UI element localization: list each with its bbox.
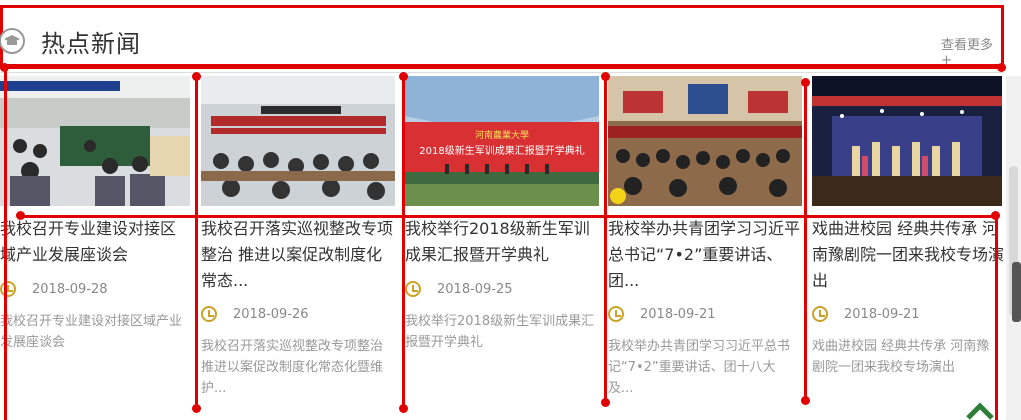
annotation-dot — [991, 211, 1000, 220]
clock-icon — [405, 281, 421, 297]
annotation-line — [0, 66, 1004, 69]
annotation-dot — [192, 404, 201, 413]
annotation-dot — [399, 72, 408, 81]
news-summary: 我校举行2018级新生军训成果汇报暨开学典礼 — [405, 314, 595, 350]
news-summary: 我校召开落实巡视整改专项整治 推进以案促改制度化常态化暨维护... — [201, 339, 384, 396]
header-divider — [0, 72, 1004, 73]
news-thumbnail[interactable] — [0, 76, 190, 206]
annotation-dot — [997, 63, 1006, 72]
annotation-dot — [0, 63, 9, 72]
annotation-line — [804, 82, 807, 402]
news-title[interactable]: 我校举行2018级新生军训成果汇报暨开学典礼 — [405, 216, 599, 268]
news-title[interactable]: 戏曲进校园 经典共传承 河南豫剧院一团来我校专场演出 — [812, 216, 1004, 294]
news-date: 2018-09-21 — [608, 306, 716, 322]
vertical-scrollbar[interactable] — [1006, 76, 1021, 420]
annotation-dot — [601, 72, 610, 81]
news-card[interactable]: 我校举办共青团学习习近平总书记“7•2”重要讲话、团... 2018-09-21… — [608, 76, 804, 420]
news-summary: 我校召开专业建设对接区域产业发展座谈会 — [0, 314, 183, 350]
back-to-top-icon[interactable] — [965, 400, 995, 420]
annotation-line — [604, 76, 607, 406]
news-card[interactable]: 我校召开落实巡视整改专项整治 推进以案促改制度化常态... 2018-09-26… — [201, 76, 397, 420]
news-date: 2018-09-21 — [812, 306, 920, 322]
annotation-dot — [801, 396, 810, 405]
annotation-line — [402, 76, 405, 410]
banner-text: 2018级新生军训成果汇报暨开学典礼 — [419, 144, 584, 157]
news-thumbnail[interactable]: 河南農業大學 2018级新生军训成果汇报暨开学典礼 — [405, 76, 599, 206]
annotation-dot — [399, 404, 408, 413]
news-thumbnail[interactable] — [812, 76, 1002, 206]
news-title[interactable]: 我校举办共青团学习习近平总书记“7•2”重要讲话、团... — [608, 216, 802, 294]
clock-icon — [608, 306, 624, 322]
section-header: 热点新闻 查看更多+ — [0, 5, 1004, 68]
view-more-link[interactable]: 查看更多+ — [941, 34, 1001, 68]
clock-icon — [0, 281, 16, 297]
news-date: 2018-09-28 — [0, 281, 108, 297]
news-date: 2018-09-26 — [201, 306, 309, 322]
news-card[interactable]: 河南農業大學 2018级新生军训成果汇报暨开学典礼 我校举行2018级新生军训成… — [405, 76, 601, 420]
clock-icon — [812, 306, 828, 322]
svg-text:河南農業大學: 河南農業大學 — [475, 129, 529, 141]
annotation-line — [195, 76, 198, 410]
annotation-dot — [601, 398, 610, 407]
section-title: 热点新闻 — [41, 30, 141, 58]
news-date: 2018-09-25 — [405, 281, 513, 297]
news-thumbnail[interactable] — [608, 76, 802, 206]
annotation-line — [20, 215, 996, 218]
news-title[interactable]: 我校召开专业建设对接区域产业发展座谈会 — [0, 216, 190, 268]
annotation-dot — [16, 211, 25, 220]
news-thumbnail[interactable] — [201, 76, 395, 206]
annotation-line — [4, 66, 7, 420]
news-date-text: 2018-09-28 — [32, 281, 108, 297]
news-title[interactable]: 我校召开落实巡视整改专项整治 推进以案促改制度化常态... — [201, 216, 395, 294]
news-date-text: 2018-09-21 — [844, 306, 920, 322]
news-date-text: 2018-09-21 — [640, 306, 716, 322]
news-summary: 戏曲进校园 经典共传承 河南豫剧院一团来我校专场演出 — [812, 339, 990, 375]
annotation-dot — [801, 78, 810, 87]
annotation-dot — [192, 72, 201, 81]
news-card[interactable]: 我校召开专业建设对接区域产业发展座谈会 2018-09-28 我校召开专业建设对… — [0, 76, 196, 420]
clock-icon — [201, 306, 217, 322]
graduation-cap-icon — [0, 28, 25, 54]
news-date-text: 2018-09-25 — [437, 281, 513, 297]
annotation-line — [995, 215, 998, 420]
side-panel-handle[interactable] — [1012, 262, 1021, 322]
news-date-text: 2018-09-26 — [233, 306, 309, 322]
news-card[interactable]: 戏曲进校园 经典共传承 河南豫剧院一团来我校专场演出 2018-09-21 戏曲… — [812, 76, 1004, 420]
news-summary: 我校举办共青团学习习近平总书记“7•2”重要讲话、团十八大及... — [608, 339, 791, 396]
